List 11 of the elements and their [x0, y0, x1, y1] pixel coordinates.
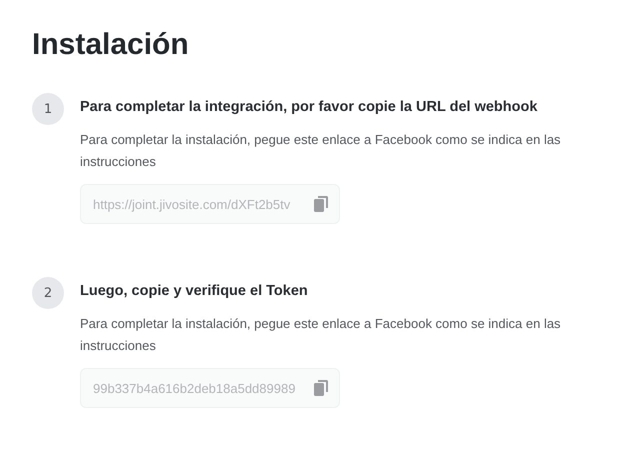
- copy-field[interactable]: https://joint.jivosite.com/dXFt2b5tv: [80, 184, 340, 224]
- step-description: Para completar la instalación, pegue este enlace a Facebook como se indica en las instrucciones: [80, 315, 562, 355]
- step-description: Para completar la instalación, pegue este enlace a Facebook como se indica en las instrucciones: [80, 131, 562, 171]
- step-heading: Para completar la integración, por favor copie la URL del webhook: [80, 98, 538, 115]
- copy-icon[interactable]: [314, 380, 328, 396]
- step-number: 2: [32, 277, 64, 309]
- step-heading: Luego, copie y verifique el Token: [80, 282, 309, 299]
- step-number: 1: [32, 93, 64, 125]
- copy-icon[interactable]: [314, 196, 328, 212]
- copy-field[interactable]: 99b337b4a616b2deb18a5dd89989: [80, 368, 340, 408]
- page-title: Instalación: [32, 28, 190, 62]
